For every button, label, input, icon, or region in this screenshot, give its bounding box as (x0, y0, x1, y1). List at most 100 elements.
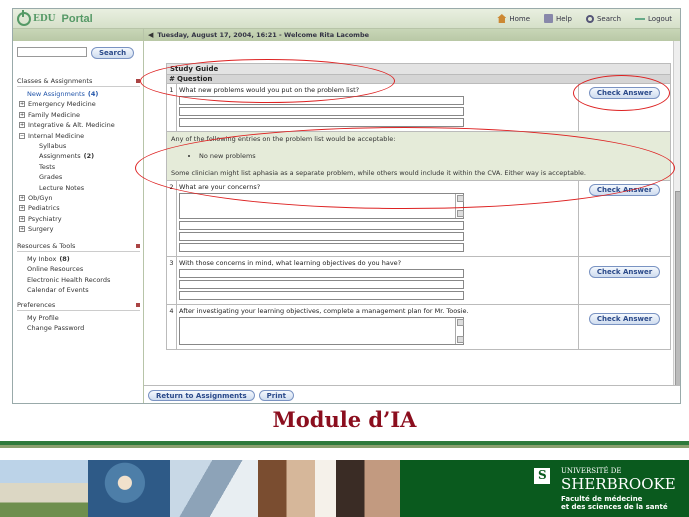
textarea-scrollbar[interactable] (455, 194, 464, 218)
classes-title: Classes & Assignments (17, 77, 93, 85)
answer-field[interactable] (179, 243, 464, 252)
sidebar-item[interactable]: + Surgery (13, 224, 144, 234)
sidebar-item[interactable]: + Family Medicine (13, 110, 144, 120)
answer-field[interactable] (179, 118, 464, 127)
question-text: After investigating your learning object… (179, 307, 469, 315)
check-cell: Check Answer (578, 180, 671, 257)
collapse-icon[interactable] (136, 79, 140, 83)
answer-field[interactable] (179, 107, 464, 116)
check-answer-button[interactable]: Check Answer (588, 184, 661, 196)
question-text: What are your concerns? (179, 183, 261, 191)
feedback-note: Some clinician might list aphasia as a s… (171, 169, 586, 177)
search-button[interactable]: Search (91, 47, 135, 59)
expand-icon[interactable]: + (19, 215, 25, 222)
sidebar-item[interactable]: − Internal Medicine (13, 131, 144, 141)
check-cell: Check Answer (578, 304, 671, 350)
expand-icon[interactable]: + (19, 226, 25, 233)
collapse-icon[interactable] (136, 303, 140, 307)
feedback-item: No new problems (199, 152, 666, 160)
sidebar-item-label: My Profile (27, 314, 59, 322)
expand-icon[interactable]: + (19, 122, 25, 129)
help-link[interactable]: Help (544, 14, 572, 23)
answer-field[interactable] (179, 280, 464, 289)
main-panel: ◀ Tuesday, August 17, 2004, 16:21 - Welc… (144, 29, 680, 403)
answer-field[interactable] (179, 269, 464, 278)
sidebar-item[interactable]: + Ob/Gyn (13, 193, 144, 203)
sidebar-item[interactable]: My Profile (13, 313, 144, 323)
campus-photo (0, 460, 88, 517)
top-bar: EDU Portal Home Help Search Logout (13, 9, 680, 29)
check-answer-button[interactable]: Check Answer (588, 313, 661, 325)
answer-field[interactable] (179, 96, 464, 105)
home-label: Home (509, 14, 530, 23)
sidebar-item[interactable]: Assignments (2) (13, 151, 144, 161)
textarea-scrollbar[interactable] (455, 318, 464, 344)
logout-link[interactable]: Logout (635, 14, 672, 23)
sidebar-item-label: New Assignments (27, 90, 85, 98)
classes-list: New Assignments (4) + Emergency Medicine + Fa… (13, 89, 144, 235)
sidebar-item-label: Electronic Health Records (27, 275, 111, 284)
question-row-3: 3 With those concerns in mind, what lear… (166, 256, 671, 305)
students-photo (258, 460, 400, 517)
sidebar-item[interactable]: My Inbox (8) (13, 254, 144, 264)
question-number: 4 (166, 304, 177, 350)
scrollbar-thumb[interactable] (675, 191, 680, 391)
question-row-2: 2 What are your concerns? Check Answer (166, 180, 671, 257)
search-icon (585, 14, 594, 23)
expand-icon[interactable]: + (19, 101, 25, 108)
expand-icon[interactable]: + (19, 205, 25, 212)
search-label: Search (596, 14, 622, 23)
sidebar-item-label: Syllabus (39, 142, 67, 151)
answer-field[interactable] (179, 221, 464, 230)
sidebar-item[interactable]: + Integrative & Alt. Medicine (13, 120, 144, 130)
collapse-icon[interactable] (136, 244, 140, 248)
check-answer-button[interactable]: Check Answer (588, 87, 661, 99)
logo-line: SHERBROOKE (561, 475, 676, 493)
sidebar-item-label: Calendar of Events (27, 286, 89, 295)
search-link[interactable]: Search (585, 14, 622, 23)
home-link[interactable]: Home (497, 14, 530, 23)
collapse-icon[interactable]: − (19, 132, 25, 139)
sidebar-item[interactable]: Calendar of Events (13, 285, 144, 295)
check-cell: Check Answer (578, 256, 671, 305)
answer-textarea[interactable] (179, 317, 464, 345)
question-text: What new problems would you put on the p… (179, 86, 360, 94)
resources-header: Resources & Tools (17, 242, 140, 252)
expand-icon[interactable]: + (19, 195, 25, 202)
help-icon (544, 14, 553, 23)
sidebar-item[interactable]: New Assignments (4) (13, 89, 144, 99)
sidebar-item-label: Integrative & Alt. Medicine (28, 121, 115, 130)
sidebar-item[interactable]: + Emergency Medicine (13, 99, 144, 109)
sidebar-item[interactable]: + Psychiatry (13, 214, 144, 224)
answer-field[interactable] (179, 232, 464, 241)
collapse-sidebar-icon[interactable]: ◀ (148, 29, 153, 41)
question-number: 3 (166, 256, 177, 305)
expand-icon[interactable]: + (19, 111, 25, 118)
sidebar-item[interactable]: Tests (13, 162, 144, 172)
sidebar-item-label: Lecture Notes (39, 183, 85, 192)
question-cell: What new problems would you put on the p… (176, 83, 579, 132)
sidebar-item[interactable]: + Pediatrics (13, 203, 144, 213)
preferences-section: Preferences My Profile Change Password (13, 301, 144, 334)
answer-textarea[interactable] (179, 193, 464, 219)
sidebar-item[interactable]: Grades (13, 172, 144, 182)
question-number: 2 (166, 180, 177, 257)
sidebar-item[interactable]: Lecture Notes (13, 183, 144, 193)
sidebar-item[interactable]: Electronic Health Records (13, 275, 144, 285)
sidebar-item[interactable]: Change Password (13, 323, 144, 333)
question-row-1: 1 What new problems would you put on the… (166, 83, 671, 132)
sidebar-item[interactable]: Syllabus (13, 141, 144, 151)
classes-header: Classes & Assignments (17, 77, 140, 87)
top-nav: Home Help Search Logout (497, 14, 672, 23)
portal-logo[interactable]: EDU Portal (17, 10, 93, 27)
portal-window: EDU Portal Home Help Search Logout Searc… (12, 8, 681, 404)
answer-field[interactable] (179, 291, 464, 300)
sidebar-item-label: Surgery (28, 225, 54, 234)
search-input[interactable] (17, 47, 87, 57)
return-to-assignments-button[interactable]: Return to Assignments (148, 390, 255, 401)
page-scrollbar[interactable] (673, 41, 680, 403)
sidebar-item[interactable]: Online Resources (13, 264, 144, 274)
date-welcome-text: Tuesday, August 17, 2004, 16:21 - Welcom… (157, 31, 370, 39)
check-answer-button[interactable]: Check Answer (588, 266, 661, 278)
print-button[interactable]: Print (258, 390, 294, 401)
